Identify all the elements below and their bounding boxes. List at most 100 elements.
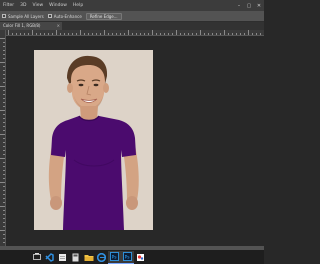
- ruler-tick: [164, 33, 165, 35]
- document-tab-bar: Color Fill 1, RGB/8) ×: [0, 22, 264, 30]
- maximize-button[interactable]: ▢: [244, 0, 254, 11]
- ruler-tick: [156, 33, 157, 35]
- minimize-button[interactable]: –: [234, 0, 244, 11]
- ruler-tick: [60, 33, 61, 35]
- ruler-tick: [3, 106, 5, 107]
- ruler-tick: [108, 33, 109, 35]
- ruler-tick: [252, 33, 253, 35]
- menu-bar: Filter 3D View Window Help – ▢ ✕: [0, 0, 264, 11]
- ruler-tick: [3, 174, 5, 175]
- ruler-tick: [3, 162, 5, 163]
- ruler-tick: [3, 218, 5, 219]
- ruler-tick: [232, 33, 233, 35]
- ruler-tick: [3, 150, 5, 151]
- menu-view[interactable]: View: [31, 0, 48, 11]
- ruler-tick: [104, 30, 105, 35]
- menu-help[interactable]: Help: [72, 0, 88, 11]
- ruler-tick: [172, 33, 173, 35]
- windows-taskbar: Ps Ps: [0, 250, 264, 264]
- ruler-tick: [204, 33, 205, 35]
- ruler-tick: [3, 178, 5, 179]
- ruler-tick: [260, 33, 261, 35]
- options-bar: Sample All Layers Auto-Enhance Refine Ed…: [0, 11, 264, 22]
- ruler-tick: [3, 214, 5, 215]
- menu-filter[interactable]: Filter: [2, 0, 19, 11]
- ruler-tick: [28, 33, 29, 35]
- document-tab[interactable]: Color Fill 1, RGB/8) ×: [0, 22, 62, 30]
- window-controls: – ▢ ✕: [234, 0, 264, 11]
- ruler-tick: [112, 33, 113, 35]
- photoshop-icon[interactable]: Ps: [121, 250, 134, 264]
- ruler-tick: [192, 33, 193, 35]
- ruler-tick: [3, 98, 5, 99]
- ruler-tick: [80, 30, 81, 35]
- ruler-tick: [3, 82, 5, 83]
- ruler-tick: [3, 146, 5, 147]
- ruler-tick: [3, 50, 5, 51]
- ruler-tick: [3, 210, 5, 211]
- ruler-tick: [3, 102, 5, 103]
- ruler-tick: [3, 70, 5, 71]
- ruler-tick: [3, 54, 5, 55]
- visual-studio-code-icon[interactable]: [43, 251, 56, 264]
- photoshop-icon[interactable]: Ps: [108, 250, 121, 264]
- ear-left: [67, 83, 73, 93]
- file-explorer-icon[interactable]: [82, 251, 95, 264]
- ruler-tick: [148, 33, 149, 35]
- ruler-tick: [240, 33, 241, 35]
- ruler-tick: [3, 222, 5, 223]
- ruler-tick: [0, 182, 5, 183]
- task-view-icon[interactable]: [30, 251, 43, 264]
- ruler-tick: [8, 30, 9, 35]
- auto-enhance-label: Auto-Enhance: [53, 13, 82, 19]
- ruler-tick: [0, 38, 5, 39]
- ruler-tick: [0, 230, 5, 231]
- auto-enhance-checkbox[interactable]: [47, 14, 52, 18]
- ruler-tick: [188, 33, 189, 35]
- auto-enhance-option[interactable]: Auto-Enhance: [47, 13, 82, 19]
- ruler-tick: [132, 33, 133, 35]
- ruler-tick: [32, 30, 33, 35]
- menu-window[interactable]: Window: [48, 0, 72, 11]
- ruler-tick: [88, 33, 89, 35]
- purple-t-shirt: [51, 116, 136, 230]
- edge-browser-icon[interactable]: [95, 251, 108, 264]
- ruler-tick: [3, 202, 5, 203]
- notes-app-icon[interactable]: [56, 251, 69, 264]
- ruler-tick: [224, 30, 225, 35]
- ruler-tick: [3, 166, 5, 167]
- refine-edge-button[interactable]: Refine Edge...: [85, 12, 122, 20]
- sample-all-layers-checkbox[interactable]: [2, 14, 6, 18]
- ruler-tick: [64, 33, 65, 35]
- ruler-tick: [40, 33, 41, 35]
- calculator-icon[interactable]: [69, 251, 82, 264]
- ruler-tick: [244, 33, 245, 35]
- ruler-tick: [3, 130, 5, 131]
- menu-3d[interactable]: 3D: [19, 0, 31, 11]
- ruler-tick: [72, 33, 73, 35]
- ruler-tick: [100, 33, 101, 35]
- ear-right: [103, 83, 109, 93]
- sample-all-layers-option[interactable]: Sample All Layers: [2, 14, 44, 19]
- ruler-tick: [3, 114, 5, 115]
- ruler-tick: [76, 33, 77, 35]
- paint-icon[interactable]: [134, 251, 147, 264]
- ruler-tick: [3, 154, 5, 155]
- ruler-tick: [180, 33, 181, 35]
- ruler-tick: [3, 170, 5, 171]
- ruler-tick: [236, 33, 237, 35]
- sample-all-layers-label: Sample All Layers: [8, 13, 44, 19]
- ruler-tick: [3, 58, 5, 59]
- eye-left: [78, 83, 84, 87]
- close-window-button[interactable]: ✕: [254, 0, 264, 11]
- ruler-tick: [140, 33, 141, 35]
- document-canvas[interactable]: [34, 50, 153, 230]
- ruler-tick: [3, 66, 5, 67]
- svg-text:Ps: Ps: [125, 255, 131, 261]
- ruler-tick: [3, 198, 5, 199]
- ruler-tick: [3, 90, 5, 91]
- ruler-tick: [92, 33, 93, 35]
- hand-left: [50, 196, 62, 210]
- ruler-tick: [256, 33, 257, 35]
- tab-close-icon[interactable]: ×: [57, 22, 60, 30]
